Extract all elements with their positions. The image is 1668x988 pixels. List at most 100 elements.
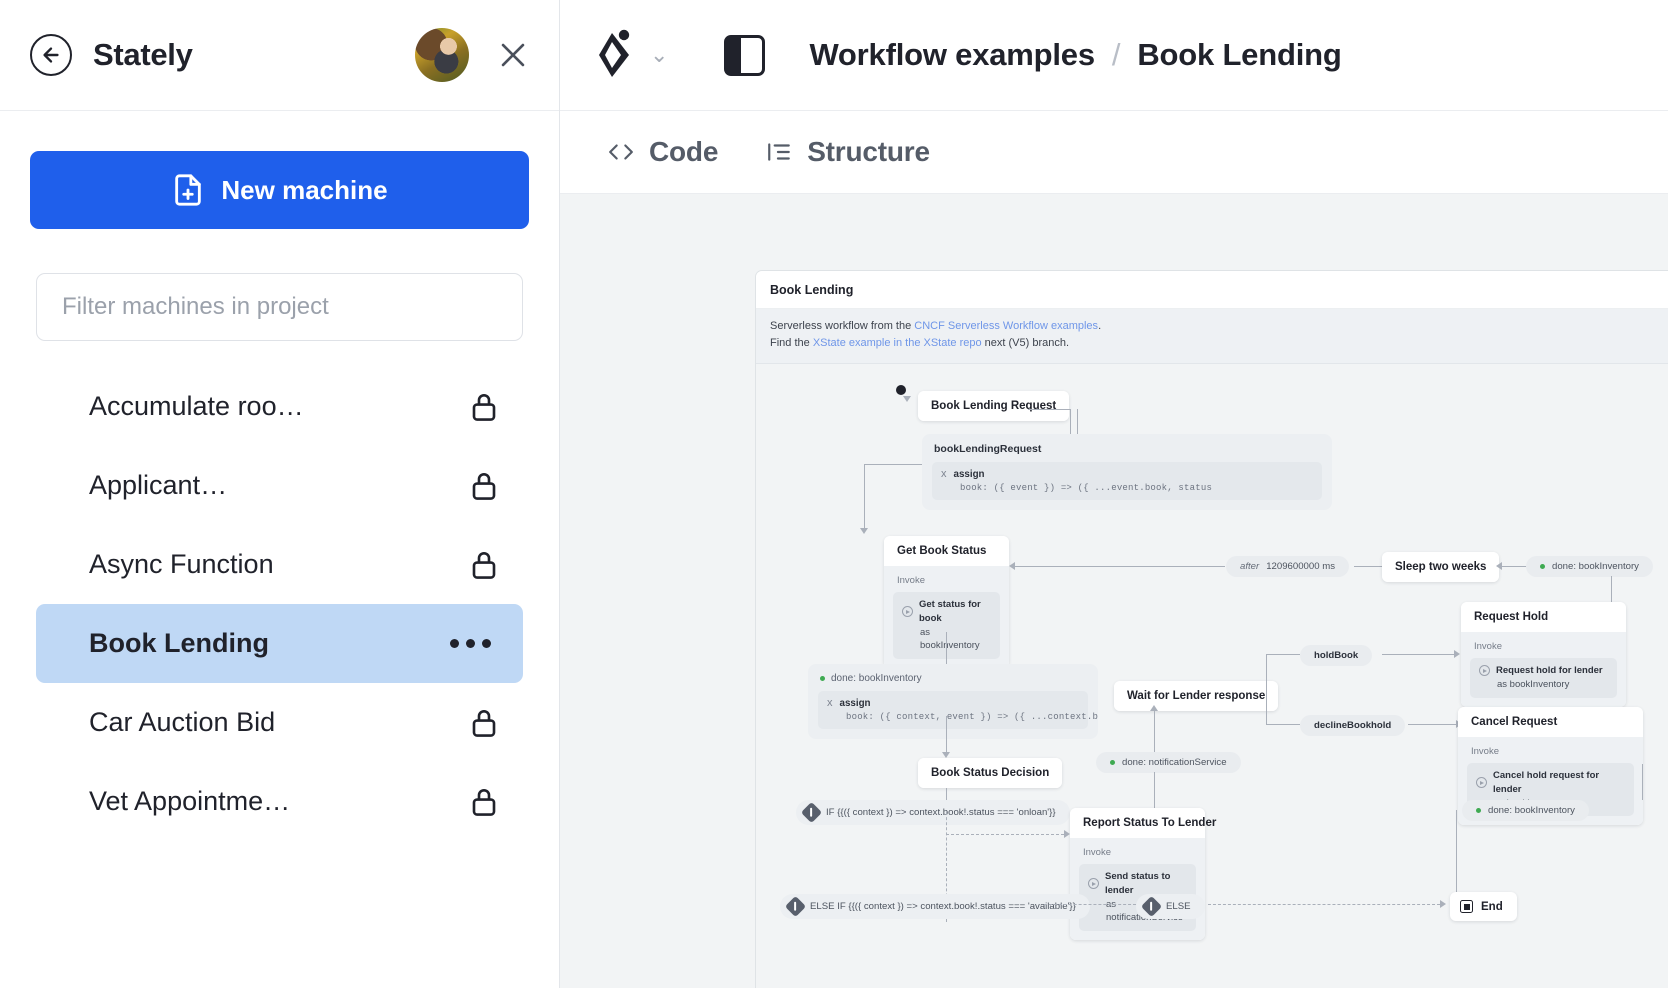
close-button[interactable] [491, 33, 535, 77]
edge [1266, 654, 1267, 724]
tab-code[interactable]: Code [608, 136, 718, 168]
list-tree-icon [766, 141, 792, 163]
avatar[interactable] [415, 28, 469, 82]
play-circle-icon [1479, 665, 1490, 676]
desc-line2-post: next (V5) branch. [982, 337, 1069, 349]
breadcrumb: Workflow examples / Book Lending [809, 37, 1341, 73]
assign-label: assign [954, 469, 985, 480]
after-value: 1209600000 ms [1266, 561, 1335, 572]
filter-machines-input[interactable] [36, 273, 523, 341]
diagram-body: Book Lending Request bookLendingRequest … [756, 364, 1668, 988]
tab-structure[interactable]: Structure [766, 136, 930, 168]
edge-label-text: done: bookInventory [1488, 805, 1575, 816]
edge-arrow-icon [1440, 900, 1446, 908]
machine-description: Serverless workflow from the CNCF Server… [756, 309, 1668, 364]
initial-arrow-icon [903, 396, 911, 402]
xstate-link[interactable]: XState example in the XState repo [813, 337, 982, 349]
guard-else[interactable]: ELSE [1136, 894, 1205, 919]
edge-label-text: holdBook [1314, 650, 1358, 661]
assign-label: assign [840, 698, 871, 709]
guard-diamond-icon [1141, 896, 1162, 917]
list-item[interactable]: Applicant… [36, 446, 523, 525]
edge [1408, 724, 1456, 725]
state-title: End [1481, 901, 1503, 913]
edge [1354, 566, 1382, 567]
code-brackets-icon [608, 141, 634, 163]
invoke-chip[interactable]: Request hold for lender as bookInventory [1470, 658, 1617, 698]
state-wait-for-lender-response[interactable]: Wait for Lender response [1114, 681, 1278, 711]
sidebar: Stately New machine Accumulate roo… [0, 0, 560, 988]
group-event: done: bookInventory [818, 672, 1088, 691]
main-panel: ⌄ Workflow examples / Book Lending Code [560, 0, 1668, 988]
new-machine-button[interactable]: New machine [30, 151, 529, 229]
state-body: Invoke Request hold for lender as bookIn… [1461, 632, 1626, 707]
edge [946, 632, 947, 668]
group-book-lending-request[interactable]: bookLendingRequest x assign book: ({ eve… [922, 434, 1332, 510]
list-item[interactable]: Vet Appointme… [36, 762, 523, 841]
list-item-selected[interactable]: Book Lending [36, 604, 523, 683]
logo-menu-button[interactable]: ⌄ [596, 27, 668, 83]
cncf-link[interactable]: CNCF Serverless Workflow examples [914, 320, 1098, 332]
back-button[interactable] [30, 34, 72, 76]
breadcrumb-project[interactable]: Workflow examples [809, 37, 1094, 73]
group-done-book-inventory[interactable]: done: bookInventory x assign book: ({ co… [808, 664, 1098, 739]
sidebar-panel-icon[interactable] [724, 35, 765, 76]
state-title: Cancel Request [1458, 707, 1643, 737]
guard-text: ELSE [1166, 901, 1191, 912]
new-machine-label: New machine [221, 175, 387, 206]
edge-dashed [946, 834, 1064, 835]
edge [864, 464, 922, 465]
edge-arrow-icon [1064, 830, 1070, 838]
edge-arrow-icon [860, 528, 868, 534]
status-dot [1540, 564, 1545, 569]
state-book-status-decision[interactable]: Book Status Decision [918, 758, 1062, 788]
lock-icon [469, 390, 499, 424]
statechart-canvas[interactable]: Book Lending Serverless workflow from th… [560, 194, 1668, 988]
list-item[interactable]: Car Auction Bid [36, 683, 523, 762]
machine-card: Book Lending Serverless workflow from th… [755, 270, 1668, 988]
state-title: Get Book Status [884, 536, 1009, 566]
edge [1642, 764, 1643, 800]
list-item[interactable]: Accumulate roo… [36, 367, 523, 446]
edge [1028, 409, 1070, 410]
edge-label-done-notification-1: done: notificationService [1096, 752, 1241, 773]
edge [1015, 566, 1225, 567]
edge-label-decline-book-hold: declineBookhold [1300, 715, 1405, 736]
status-dot [1476, 808, 1481, 813]
invoke-section-label: Invoke [1079, 845, 1196, 864]
state-title: Sleep two weeks [1382, 552, 1499, 582]
guard-if[interactable]: IF {{({ context }) => context.book!.stat… [796, 800, 1070, 825]
assign-title: x assign [827, 697, 1079, 709]
state-report-status-to-lender[interactable]: Report Status To Lender Invoke Send stat… [1070, 808, 1205, 940]
state-end[interactable]: End [1450, 892, 1517, 921]
breadcrumb-machine[interactable]: Book Lending [1137, 37, 1341, 73]
edge-arrow-icon [1150, 705, 1158, 711]
state-title: Wait for Lender response [1114, 681, 1278, 711]
more-horizontal-icon[interactable] [450, 639, 499, 648]
group-name: bookLendingRequest [932, 442, 1322, 462]
state-request-hold[interactable]: Request Hold Invoke Request hold for len… [1461, 602, 1626, 707]
state-body: Invoke Send status to lender as notifica… [1070, 838, 1205, 940]
machine-name: Accumulate roo… [89, 391, 469, 422]
assign-x-icon: x [827, 697, 833, 709]
stop-square-icon [1460, 900, 1473, 913]
status-dot [1110, 760, 1115, 765]
edge-label-done-book-inventory-2: done: bookInventory [1462, 800, 1589, 821]
assign-block: x assign book: ({ event }) => ({ ...even… [932, 462, 1322, 500]
state-sleep-two-weeks[interactable]: Sleep two weeks [1382, 552, 1499, 582]
edge-label-after-delay: after 1209600000 ms [1226, 556, 1349, 577]
machine-card-title: Book Lending [756, 271, 1668, 309]
file-plus-icon [171, 173, 205, 207]
state-title: Request Hold [1461, 602, 1626, 632]
invoke-line: Request hold for lender [1479, 664, 1608, 678]
guard-else-if[interactable]: ELSE IF {{({ context }) => context.book!… [780, 894, 1090, 919]
edge [1266, 654, 1300, 655]
arrow-left-icon [40, 44, 62, 66]
list-item[interactable]: Async Function [36, 525, 523, 604]
tab-code-label: Code [649, 136, 718, 168]
after-keyword: after [1240, 561, 1259, 572]
assign-code: book: ({ context, event }) => ({ ...cont… [827, 712, 1079, 722]
edge-dashed [1044, 904, 1136, 905]
invoke-line: Cancel hold request for lender [1476, 769, 1625, 797]
edge [1382, 654, 1454, 655]
